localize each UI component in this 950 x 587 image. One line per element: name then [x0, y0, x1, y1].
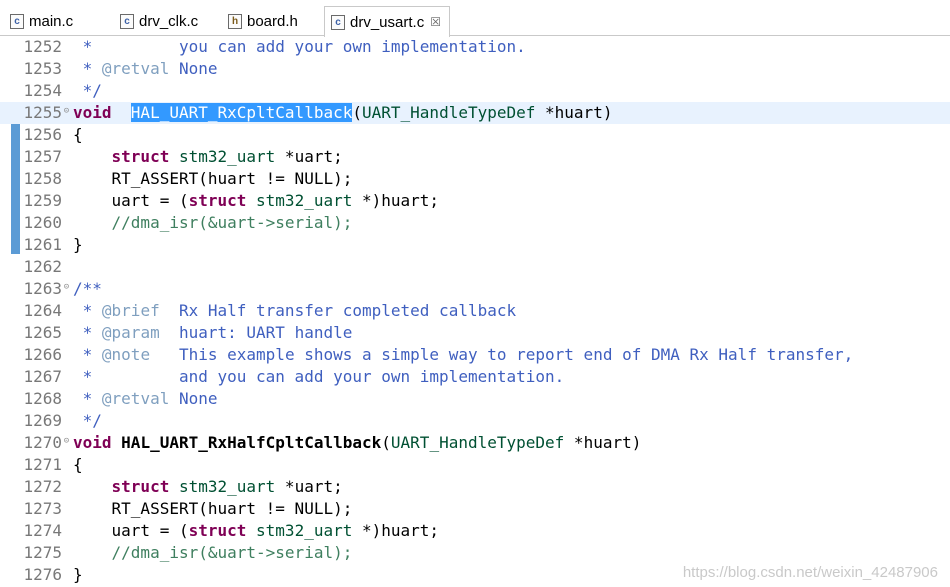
line-number: 1256: [23, 125, 62, 144]
code-line[interactable]: 1259 uart = (struct stm32_uart *)huart;: [0, 190, 950, 212]
line-number: 1276: [23, 565, 62, 584]
code-text: struct stm32_uart *uart;: [111, 477, 343, 496]
code-text: {: [73, 125, 83, 144]
code-line[interactable]: 1270 ⊝ void HAL_UART_RxHalfCpltCallback(UA…: [0, 432, 950, 454]
code-text: * @brief Rx Half transfer completed call…: [73, 301, 517, 320]
code-line[interactable]: 1264 * @brief Rx Half transfer completed…: [0, 300, 950, 322]
code-line[interactable]: 1271 {: [0, 454, 950, 476]
code-text: struct stm32_uart *uart;: [111, 147, 343, 166]
tab-label: drv_clk.c: [139, 12, 199, 30]
code-line[interactable]: 1265 * @param huart: UART handle: [0, 322, 950, 344]
code-text: * and you can add your own implementatio…: [73, 367, 565, 386]
code-line[interactable]: 1252 * you can add your own implementati…: [0, 36, 950, 58]
line-number: 1273: [23, 499, 62, 518]
line-number: 1263: [23, 279, 62, 298]
code-text: void HAL_UART_RxHalfCpltCallback(UART_Ha…: [73, 433, 642, 452]
code-text: */: [73, 81, 102, 100]
line-number: 1253: [23, 59, 62, 78]
code-text: //dma_isr(&uart->serial);: [73, 213, 353, 232]
code-line[interactable]: 1267 * and you can add your own implemen…: [0, 366, 950, 388]
line-number: 1262: [23, 257, 62, 276]
code-line[interactable]: 1266 * @note This example shows a simple…: [0, 344, 950, 366]
code-line[interactable]: 1254 */: [0, 80, 950, 102]
code-line[interactable]: 1255 ⊝ void HAL_UART_RxCpltCallback(UART_H…: [0, 102, 950, 124]
line-number: 1255: [23, 103, 62, 122]
h-file-icon: h: [228, 13, 242, 29]
line-number: 1274: [23, 521, 62, 540]
fold-toggle-icon[interactable]: ⊝: [62, 107, 71, 116]
line-number: 1271: [23, 455, 62, 474]
code-text: {: [73, 455, 83, 474]
tab-drv-clk-c[interactable]: c drv_clk.c: [114, 6, 222, 36]
line-number: 1257: [23, 147, 62, 166]
code-line[interactable]: 1253 * @retval None: [0, 58, 950, 80]
code-text: */: [73, 411, 102, 430]
line-number: 1264: [23, 301, 62, 320]
c-file-icon: c: [10, 13, 24, 29]
line-number: 1261: [23, 235, 62, 254]
editor-tab-bar: c main.c c drv_clk.c h board.h c drv_usa…: [0, 0, 950, 37]
code-line[interactable]: 1275 //dma_isr(&uart->serial);: [0, 542, 950, 564]
code-text: * @note This example shows a simple way …: [73, 345, 854, 364]
line-number: 1270: [23, 433, 62, 452]
line-number: 1272: [23, 477, 62, 496]
code-line[interactable]: 1262: [0, 256, 950, 278]
code-line[interactable]: 1274 uart = (struct stm32_uart *)huart;: [0, 520, 950, 542]
code-text: uart = (struct stm32_uart *)huart;: [73, 521, 440, 540]
line-number: 1267: [23, 367, 62, 386]
tab-main-c[interactable]: c main.c: [4, 6, 114, 36]
line-number: 1266: [23, 345, 62, 364]
code-text: * @retval None: [73, 389, 218, 408]
line-number: 1275: [23, 543, 62, 562]
code-line[interactable]: 1269 */: [0, 410, 950, 432]
fold-toggle-icon[interactable]: ⊝: [62, 283, 71, 292]
code-text: //dma_isr(&uart->serial);: [73, 543, 353, 562]
fold-toggle-icon[interactable]: ⊝: [62, 437, 71, 446]
line-number: 1260: [23, 213, 62, 232]
code-line[interactable]: 1268 * @retval None: [0, 388, 950, 410]
code-text: RT_ASSERT(huart != NULL);: [73, 169, 353, 188]
code-text: * @param huart: UART handle: [73, 323, 353, 342]
line-number: 1265: [23, 323, 62, 342]
tab-drv-usart-c[interactable]: c drv_usart.c ☒: [324, 6, 450, 37]
code-line[interactable]: 1260 //dma_isr(&uart->serial);: [0, 212, 950, 234]
line-number: 1252: [23, 37, 62, 56]
tab-label: main.c: [29, 12, 74, 30]
line-number: 1259: [23, 191, 62, 210]
line-number: 1269: [23, 411, 62, 430]
code-text: }: [73, 235, 83, 254]
line-number: 1254: [23, 81, 62, 100]
c-file-icon: c: [120, 13, 134, 29]
code-line[interactable]: 1263 ⊝/**: [0, 278, 950, 300]
code-text: * @retval None: [73, 59, 218, 78]
code-line[interactable]: 1273 RT_ASSERT(huart != NULL);: [0, 498, 950, 520]
watermark: https://blog.csdn.net/weixin_42487906: [682, 564, 938, 581]
code-text: void HAL_UART_RxCpltCallback(UART_Handle…: [73, 103, 613, 122]
code-text: }: [73, 565, 83, 584]
code-text: uart = (struct stm32_uart *)huart;: [73, 191, 440, 210]
close-tab-icon[interactable]: ☒: [430, 15, 441, 29]
code-line[interactable]: 1261}: [0, 234, 950, 256]
tab-label: board.h: [247, 12, 298, 30]
code-text: /**: [73, 279, 102, 298]
line-number: 1268: [23, 389, 62, 408]
code-text: RT_ASSERT(huart != NULL);: [73, 499, 353, 518]
code-line[interactable]: 1256 {: [0, 124, 950, 146]
code-line[interactable]: 1258 RT_ASSERT(huart != NULL);: [0, 168, 950, 190]
code-line[interactable]: 1272 struct stm32_uart *uart;: [0, 476, 950, 498]
tab-label: drv_usart.c: [350, 13, 425, 31]
code-line[interactable]: 1257 struct stm32_uart *uart;: [0, 146, 950, 168]
code-text: * you can add your own implementation.: [73, 37, 526, 56]
c-file-icon: c: [331, 14, 345, 30]
tab-board-h[interactable]: h board.h: [222, 6, 324, 36]
line-number: 1258: [23, 169, 62, 188]
